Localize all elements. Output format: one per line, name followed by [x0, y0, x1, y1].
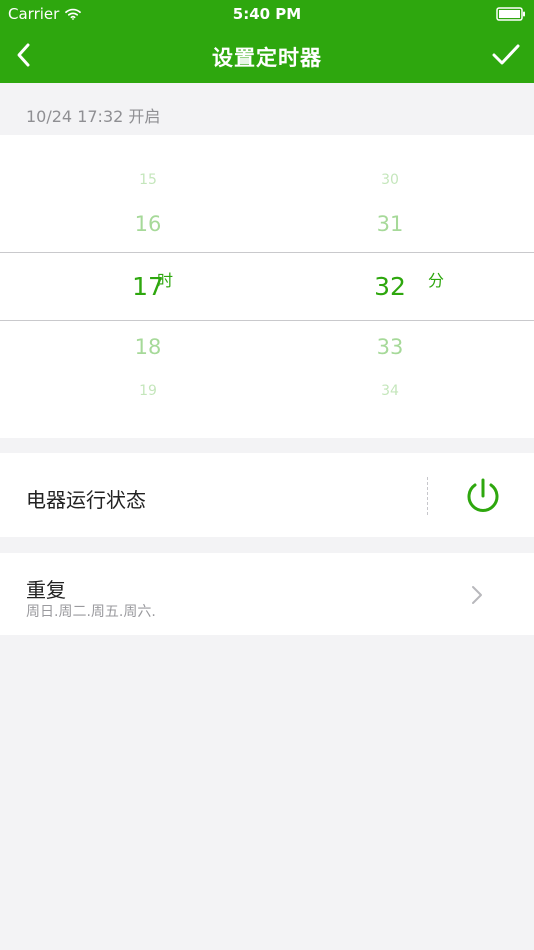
minute-option[interactable]: 34	[300, 383, 480, 399]
hour-option[interactable]: 18	[58, 335, 238, 359]
hour-option[interactable]: 16	[58, 212, 238, 236]
minute-option[interactable]: 33	[300, 335, 480, 359]
check-icon[interactable]	[490, 38, 522, 70]
hour-unit: 时	[157, 271, 174, 290]
hour-option[interactable]: 15	[58, 172, 238, 188]
page-title: 设置定时器	[212, 46, 322, 70]
time-picker[interactable]: 15 16 17 18 19 时 30 31 32 33 34 分	[0, 135, 534, 438]
timer-summary: 10/24 17:32 开启	[0, 83, 534, 135]
status-bar: Carrier 5:40 PM	[0, 0, 534, 28]
selected-hour[interactable]: 17	[58, 272, 238, 301]
power-icon[interactable]	[463, 476, 503, 516]
status-time: 5:40 PM	[232, 5, 302, 23]
repeat-days: 周日.周二.周五.周六.	[26, 604, 156, 620]
minute-option[interactable]: 31	[300, 212, 480, 236]
battery-icon	[496, 7, 525, 21]
navigation-bar: 设置定时器	[0, 28, 534, 83]
page-footer-space	[0, 635, 534, 950]
dashed-divider	[427, 477, 428, 515]
minute-column[interactable]: 30 31 32 33 34	[300, 135, 480, 438]
chevron-right-icon	[472, 586, 482, 604]
hour-column[interactable]: 15 16 17 18 19	[58, 135, 238, 438]
repeat-title: 重复	[26, 578, 66, 602]
selected-minute[interactable]: 32	[300, 272, 480, 301]
repeat-row[interactable]: 重复 周日.周二.周五.周六.	[0, 553, 534, 635]
top-bar: Carrier 5:40 PM 设置定时器	[0, 0, 534, 83]
minute-option[interactable]: 30	[300, 172, 480, 188]
device-state-label: 电器运行状态	[26, 488, 146, 512]
summary-text: 10/24 17:32 开启	[26, 107, 161, 126]
minute-unit: 分	[428, 271, 445, 290]
hour-option[interactable]: 19	[58, 383, 238, 399]
device-state-row: 电器运行状态	[0, 453, 534, 537]
